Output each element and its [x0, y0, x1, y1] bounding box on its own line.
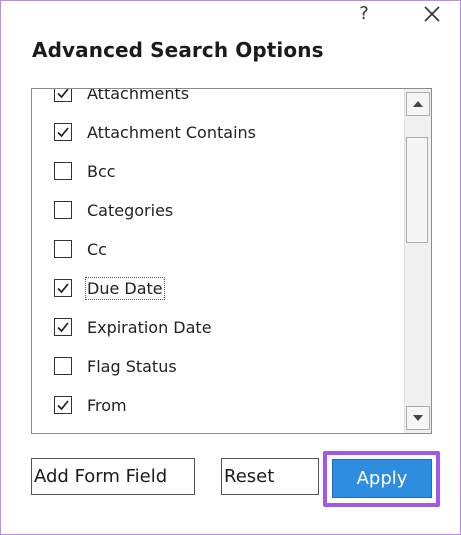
close-button[interactable]	[420, 2, 444, 26]
checkbox-checked[interactable]	[54, 279, 72, 297]
scroll-down-button[interactable]	[406, 406, 430, 430]
field-label: From	[87, 395, 127, 415]
scroll-down-arrow-icon	[413, 415, 423, 421]
scroll-up-button[interactable]	[406, 92, 430, 116]
field-label: Due Date	[85, 276, 165, 300]
checkmark-icon	[57, 322, 69, 333]
field-label: Attachments	[87, 88, 190, 103]
field-row[interactable]: Due Date	[54, 274, 165, 302]
checkmark-icon	[57, 400, 69, 411]
field-row[interactable]: Attachment Contains	[54, 118, 257, 146]
checkmark-icon	[57, 127, 69, 138]
field-label: Bcc	[87, 161, 116, 181]
field-row[interactable]: Cc	[54, 235, 108, 263]
add-form-field-button[interactable]: Add Form Field	[31, 458, 195, 495]
dialog-title: Advanced Search Options	[32, 38, 324, 62]
field-label: Expiration Date	[87, 317, 212, 337]
checkbox-checked[interactable]	[54, 123, 72, 141]
scroll-up-arrow-icon	[413, 101, 423, 107]
apply-button[interactable]: Apply	[332, 459, 432, 498]
checkmark-icon	[57, 283, 69, 294]
field-row[interactable]: Expiration Date	[54, 313, 213, 341]
checkbox-unchecked[interactable]	[54, 201, 72, 219]
field-label: Cc	[87, 239, 107, 259]
reset-button[interactable]: Reset	[221, 458, 319, 495]
field-list[interactable]: Attachments Attachment Contains Bcc Categor…	[31, 88, 432, 434]
field-row[interactable]	[54, 430, 88, 433]
vertical-scrollbar[interactable]	[404, 89, 431, 433]
checkbox-checked[interactable]	[54, 396, 72, 414]
field-label: Categories	[87, 200, 174, 220]
field-label: Attachment Contains	[87, 122, 256, 142]
checkmark-icon	[57, 89, 69, 99]
field-label: Flag Status	[87, 356, 177, 376]
field-row[interactable]: Bcc	[54, 157, 117, 185]
help-button[interactable]: ?	[352, 0, 376, 28]
checkbox-unchecked[interactable]	[54, 240, 72, 258]
checkbox-unchecked[interactable]	[54, 357, 72, 375]
checkbox-unchecked[interactable]	[54, 162, 72, 180]
scroll-thumb[interactable]	[406, 137, 428, 243]
checkbox-checked[interactable]	[54, 89, 72, 102]
field-row[interactable]: Flag Status	[54, 352, 178, 380]
field-list-items: Attachments Attachment Contains Bcc Categor…	[32, 89, 404, 433]
checkbox-checked[interactable]	[54, 318, 72, 336]
field-row[interactable]: Categories	[54, 196, 174, 224]
close-icon	[424, 6, 440, 22]
field-row[interactable]: From	[54, 391, 128, 419]
field-row[interactable]: Attachments	[54, 88, 190, 107]
